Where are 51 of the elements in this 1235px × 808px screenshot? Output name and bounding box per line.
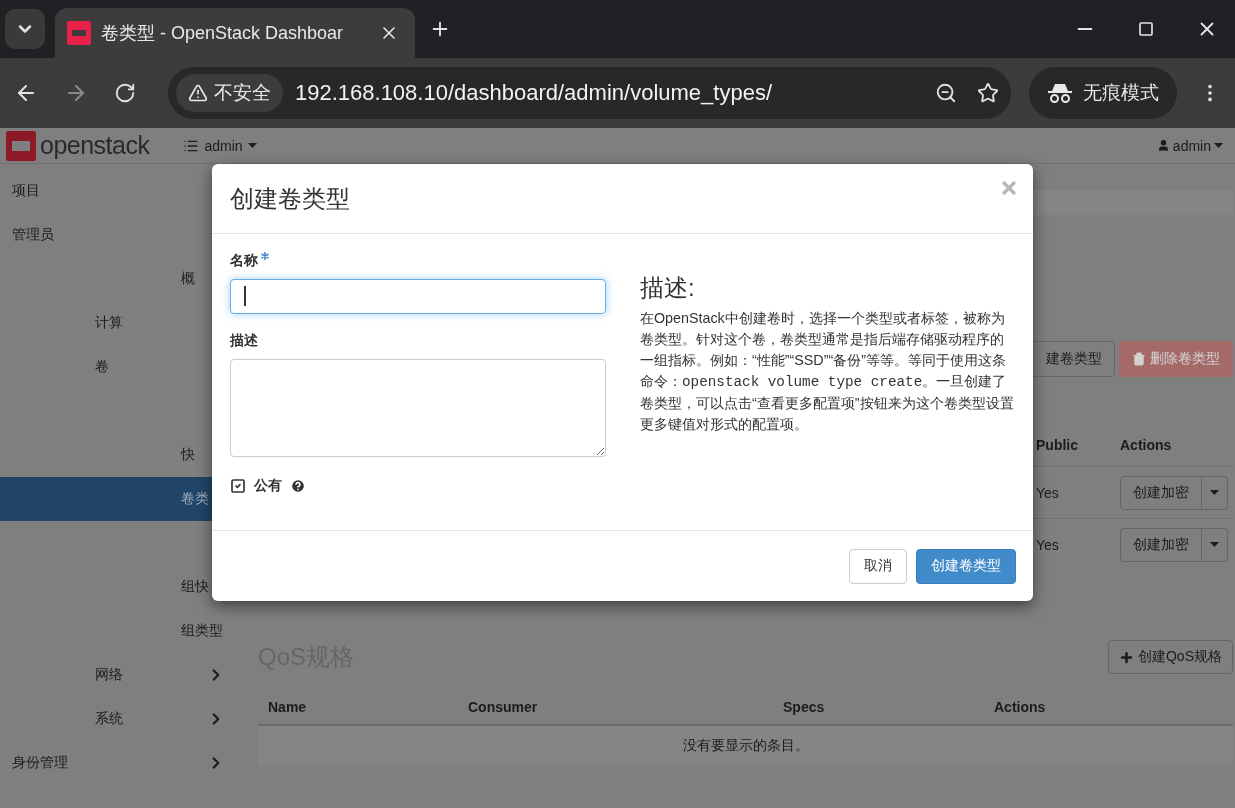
help-title: 描述: <box>640 273 696 303</box>
incognito-chip[interactable]: 无痕模式 <box>1029 67 1177 119</box>
field-label: 名称 <box>230 252 258 270</box>
field-label: 描述 <box>230 332 258 350</box>
column-header: Consumer <box>468 698 539 715</box>
trash-icon <box>1132 352 1146 366</box>
url-text: 192.168.108.10/dashboard/admin/volume_types/ <box>295 80 773 106</box>
caret-icon <box>247 143 257 148</box>
openstack-logo[interactable]: openstack <box>6 130 150 161</box>
warning-icon <box>188 83 208 103</box>
action-button[interactable]: 创建加密 <box>1120 527 1202 562</box>
project-dropdown[interactable]: admin <box>177 136 263 155</box>
sidebar-item[interactable]: 身份管理 <box>0 741 245 785</box>
column-header: Actions <box>1120 437 1173 453</box>
sidebar-item[interactable]: 组类型 <box>0 609 245 653</box>
action-menu-button[interactable] <box>1202 475 1228 510</box>
column-header: Public <box>1036 437 1079 453</box>
help-text: 在OpenStack中创建卷时，选择一个类型或者标签，被称为卷类型。针对这个卷，卷类型通常是指后端存储驱动程序的一组指标。例如：“性能”“SSD”“备份”等等。等同于使用这条命令：openstack volume type create。一旦创建了卷类型，可以点击“查看更多配置项”按钮来为这个卷类型设置更多键值对形式的配置项。 <box>640 309 1015 434</box>
submit-button[interactable]: 创建卷类型 <box>916 548 1016 584</box>
checkbox[interactable] <box>230 478 246 494</box>
logo-mark-icon <box>6 130 36 161</box>
caret-icon <box>1210 542 1219 547</box>
sidebar-item[interactable]: 网络 <box>0 653 245 697</box>
action-menu-button[interactable] <box>1202 527 1228 562</box>
tab-title: 卷类型 - OpenStack Dashboar <box>101 22 345 45</box>
security-chip[interactable]: 不安全 <box>176 74 283 112</box>
user-dropdown[interactable]: admin <box>1150 136 1229 155</box>
checkbox-label: 公有 <box>254 477 282 495</box>
column-header: Name <box>268 698 308 715</box>
column-header: Specs <box>783 698 826 715</box>
cancel-button[interactable]: 取消 <box>849 548 907 584</box>
sidebar-item[interactable]: 系统 <box>0 697 245 741</box>
help-icon[interactable] <box>290 478 306 494</box>
incognito-icon <box>1047 82 1073 104</box>
browser-tab[interactable]: 卷类型 - OpenStack Dashboar <box>55 8 415 58</box>
caret-icon <box>1214 143 1223 148</box>
description-field[interactable] <box>230 359 606 457</box>
action-button[interactable]: 创建加密 <box>1120 475 1202 510</box>
user-icon <box>1156 139 1170 152</box>
dialog-title: 创建卷类型 <box>230 183 350 214</box>
address-bar[interactable]: 不安全 192.168.108.10/dashboard/admin/volume_types/ <box>168 67 1011 119</box>
column-header: Actions <box>994 698 1047 715</box>
name-field[interactable] <box>230 279 606 314</box>
caret-icon <box>1210 490 1219 495</box>
openstack-logo-icon <box>67 21 91 45</box>
tab-list-button[interactable] <box>5 9 45 49</box>
empty-message: 没有要显示的条目。 <box>682 736 809 755</box>
plus-icon <box>1119 649 1134 665</box>
table-cell-text: Yes <box>1036 536 1060 553</box>
create-qos-button[interactable]: 创建QoS规格 <box>1108 640 1233 674</box>
table-cell-text: Yes <box>1036 484 1060 501</box>
